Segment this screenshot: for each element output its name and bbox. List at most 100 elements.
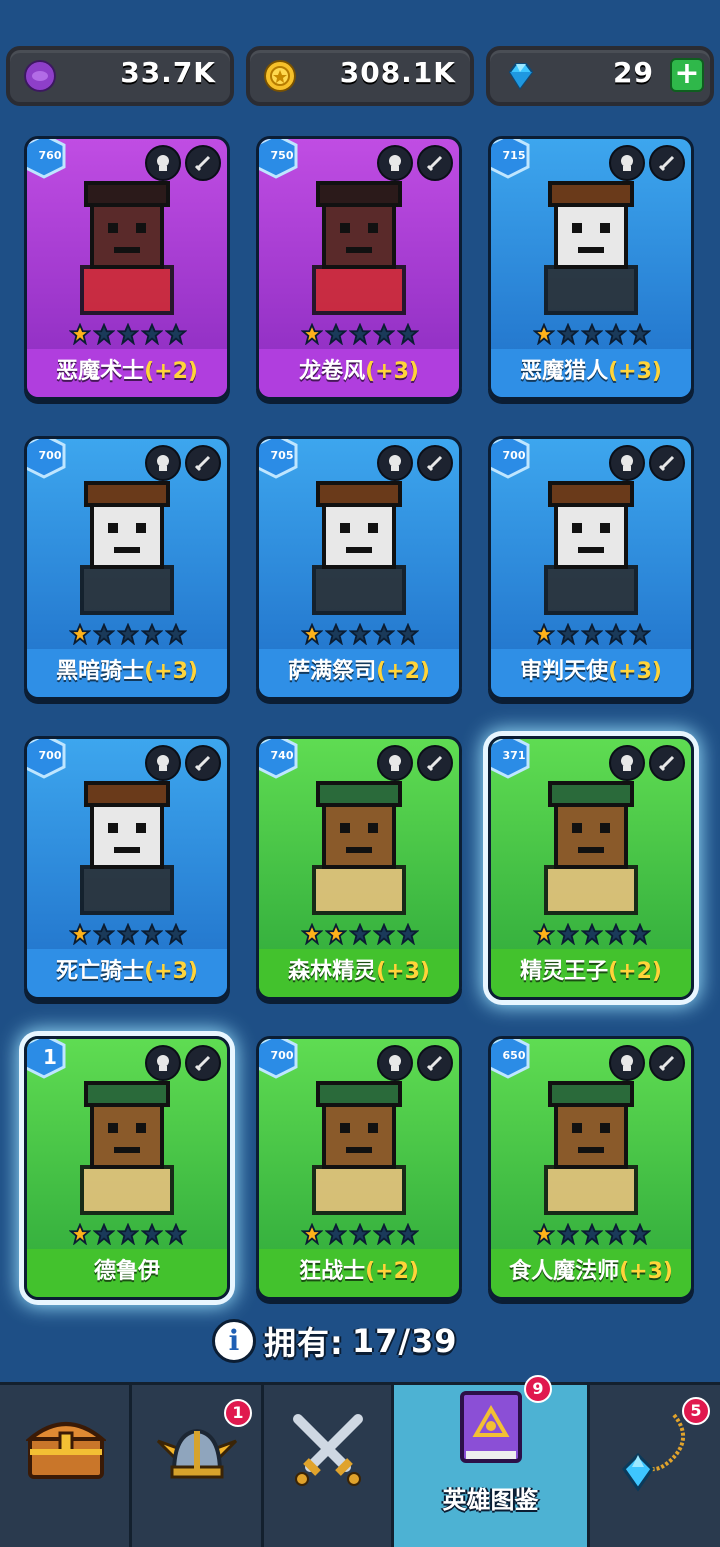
hero-portrait [544, 181, 638, 315]
hero-name-bar: 德鲁伊 [27, 1249, 227, 1297]
hero-card[interactable]: 700 黑暗骑士(+3) [24, 436, 230, 700]
empty-star-icon [629, 923, 651, 945]
empty-star-icon [141, 323, 163, 345]
treasure-chest-icon [26, 1422, 106, 1479]
empty-star-icon [629, 1223, 651, 1245]
hero-card[interactable]: 700 狂战士(+2) [256, 1036, 462, 1300]
hero-role-icons [145, 1045, 221, 1081]
hero-role-icons [145, 745, 221, 781]
empty-star-icon [349, 1223, 371, 1245]
filled-star-icon [69, 1223, 91, 1245]
owned-value: 17/39 [351, 1322, 458, 1360]
filled-star-icon [69, 623, 91, 645]
weapon-icon [185, 145, 221, 181]
hero-card[interactable]: 715 恶魔猎人(+3) [488, 136, 694, 400]
hero-level: 740 [270, 749, 294, 762]
filled-star-icon [69, 923, 91, 945]
hero-level: 715 [502, 149, 526, 162]
race-icon [609, 1045, 645, 1081]
weapon-icon [417, 145, 453, 181]
race-icon [145, 745, 181, 781]
hero-name-bar: 龙卷风(+3) [259, 349, 459, 397]
hero-card[interactable]: 740 森林精灵(+3) [256, 736, 462, 1000]
amulet-icon [622, 1413, 685, 1492]
empty-star-icon [557, 623, 579, 645]
hero-stars [301, 323, 419, 347]
hero-name-bar: 森林精灵(+3) [259, 949, 459, 997]
empty-star-icon [605, 323, 627, 345]
empty-star-icon [325, 623, 347, 645]
hero-name: 恶魔术士 [56, 359, 145, 384]
empty-star-icon [581, 923, 603, 945]
filled-star-icon [325, 923, 347, 945]
nav-amulet[interactable]: 5 [590, 1385, 720, 1547]
gem-currency-value: 29 [613, 56, 654, 89]
weapon-icon [185, 745, 221, 781]
hero-bonus: (+3) [365, 359, 419, 384]
weapon-icon [185, 445, 221, 481]
empty-star-icon [373, 623, 395, 645]
empty-star-icon [93, 623, 115, 645]
hero-role-icons [377, 145, 453, 181]
hero-stars [301, 1223, 419, 1247]
hero-name: 龙卷风 [299, 359, 366, 384]
hero-portrait [80, 1081, 174, 1215]
hero-role-icons [609, 1045, 685, 1081]
hero-card[interactable]: 700 审判天使(+3) [488, 436, 694, 700]
gold-coin-icon [264, 60, 296, 92]
weapon-icon [185, 1045, 221, 1081]
hero-level: 650 [502, 1049, 526, 1062]
gold-currency-value: 308.1K [339, 56, 456, 89]
hero-card[interactable]: 700 死亡骑士(+3) [24, 736, 230, 1000]
weapon-icon [649, 445, 685, 481]
empty-star-icon [93, 1223, 115, 1245]
filled-star-icon [533, 323, 555, 345]
hero-portrait [544, 481, 638, 615]
hero-level: 700 [38, 749, 62, 762]
gold-currency: 308.1K [246, 46, 474, 106]
nav-heroes[interactable]: 9 英雄图鉴 [394, 1375, 590, 1547]
nav-helmet[interactable]: 1 [132, 1385, 264, 1547]
filled-star-icon [533, 623, 555, 645]
empty-star-icon [165, 923, 187, 945]
weapon-icon [649, 745, 685, 781]
hero-level: 700 [38, 449, 62, 462]
race-icon [377, 445, 413, 481]
hero-bonus: (+2) [376, 659, 430, 684]
race-icon [609, 745, 645, 781]
hero-card[interactable]: 760 恶魔术士(+2) [24, 136, 230, 400]
nav-chest[interactable] [0, 1385, 132, 1547]
hero-portrait [80, 781, 174, 915]
empty-star-icon [325, 323, 347, 345]
hero-name-bar: 狂战士(+2) [259, 1249, 459, 1297]
hero-bonus: (+3) [144, 959, 198, 984]
hero-level: 760 [38, 149, 62, 162]
filled-star-icon [301, 923, 323, 945]
hero-name-bar: 萨满祭司(+2) [259, 649, 459, 697]
crossed-swords-icon [293, 1414, 363, 1486]
hero-level: 1 [43, 1045, 57, 1069]
nav-battle[interactable] [264, 1385, 394, 1547]
hero-level: 705 [270, 449, 294, 462]
hero-bonus: (+3) [376, 959, 430, 984]
hero-card[interactable]: 1 德鲁伊 [24, 1036, 230, 1300]
add-gems-button[interactable]: + [670, 58, 704, 92]
empty-star-icon [581, 323, 603, 345]
hero-stars [69, 623, 187, 647]
empty-star-icon [581, 623, 603, 645]
empty-star-icon [397, 323, 419, 345]
race-icon [145, 1045, 181, 1081]
hero-name-bar: 审判天使(+3) [491, 649, 691, 697]
hero-card[interactable]: 705 萨满祭司(+2) [256, 436, 462, 700]
hero-book-icon [460, 1391, 522, 1463]
hero-portrait [80, 481, 174, 615]
hero-card[interactable]: 650 食人魔法师(+3) [488, 1036, 694, 1300]
race-icon [145, 145, 181, 181]
empty-star-icon [605, 923, 627, 945]
info-icon[interactable]: i [212, 1319, 256, 1363]
hero-card[interactable]: 371 精灵王子(+2) [488, 736, 694, 1000]
hero-bonus: (+2) [608, 959, 662, 984]
empty-star-icon [397, 1223, 419, 1245]
hero-stars [533, 1223, 651, 1247]
hero-card[interactable]: 750 龙卷风(+3) [256, 136, 462, 400]
